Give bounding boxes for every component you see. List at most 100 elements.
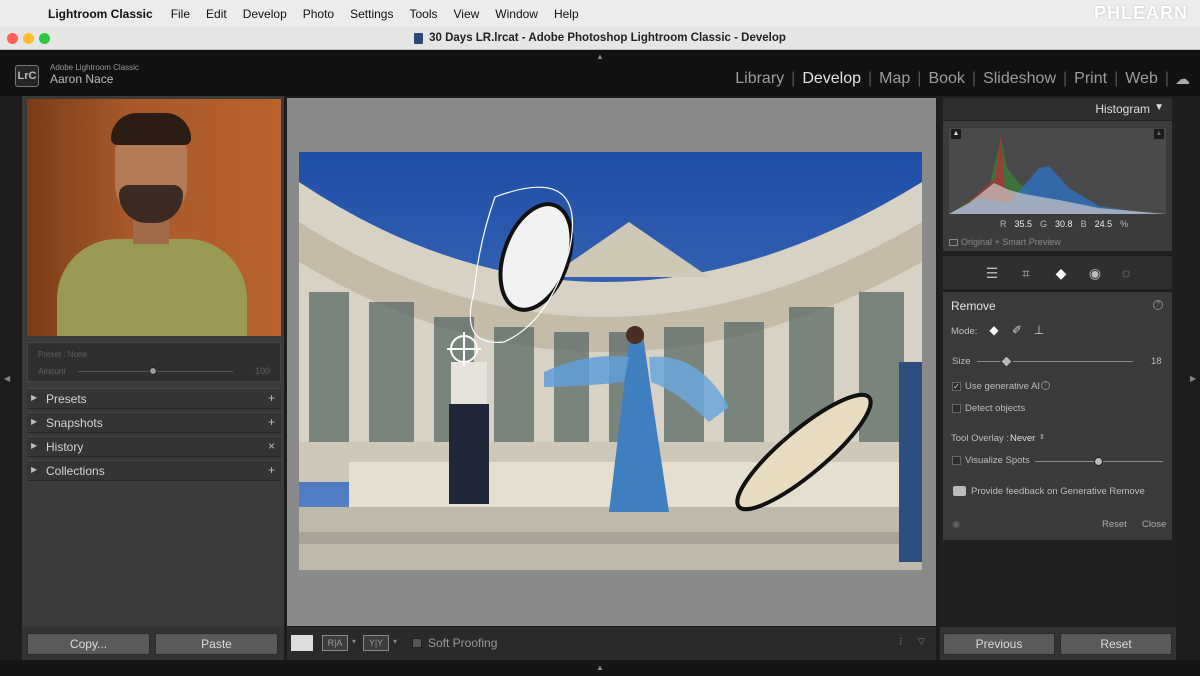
soft-proofing-checkbox[interactable] xyxy=(412,638,422,648)
module-develop[interactable]: Develop xyxy=(795,70,868,88)
right-panel-toggle-icon[interactable]: ▶ xyxy=(1190,374,1196,383)
panel-presets-label: Presets xyxy=(46,392,87,406)
feedback-link[interactable]: Provide feedback on Generative Remove xyxy=(971,486,1145,497)
loupe-view-button[interactable] xyxy=(291,635,313,651)
menu-develop[interactable]: Develop xyxy=(235,7,295,21)
lrc-logo: LrC xyxy=(15,65,39,87)
visualize-spots-checkbox[interactable] xyxy=(952,456,961,465)
highlight-clipping-icon[interactable]: ▲ xyxy=(1154,129,1164,139)
r-label: R xyxy=(1000,219,1007,229)
reset-button[interactable]: Reset xyxy=(1060,633,1172,655)
filmstrip-toggle-icon[interactable]: ▲ xyxy=(596,663,604,672)
photo-preview[interactable] xyxy=(299,152,922,570)
histogram-graph[interactable]: ▲ ▲ xyxy=(949,128,1166,214)
module-slideshow[interactable]: Slideshow xyxy=(976,70,1063,88)
soft-proofing-toggle[interactable]: Soft Proofing xyxy=(412,636,497,650)
add-preset-icon[interactable]: + xyxy=(268,391,275,405)
mac-menu-bar: Lightroom Classic File Edit Develop Phot… xyxy=(0,0,1200,27)
menu-file[interactable]: File xyxy=(163,7,198,21)
dropdown-chevron-icon[interactable]: ⇕ xyxy=(1039,433,1045,441)
panel-presets[interactable]: ▶ Presets + xyxy=(27,388,281,409)
panel-history[interactable]: ▶ History × xyxy=(27,436,281,457)
cloud-sync-icon[interactable]: ☁ xyxy=(1169,70,1190,88)
crop-icon[interactable]: ⌗ xyxy=(1017,264,1035,282)
remove-reset-button[interactable]: Reset xyxy=(1102,519,1127,530)
red-eye-icon[interactable]: ◉ xyxy=(1086,264,1104,282)
use-generative-ai-checkbox[interactable]: ✓ xyxy=(952,382,961,391)
remove-close-button[interactable]: Close xyxy=(1142,519,1166,530)
visibility-eye-icon[interactable]: ◉ xyxy=(952,519,960,530)
add-snapshot-icon[interactable]: + xyxy=(268,415,275,429)
smart-preview-icon xyxy=(949,238,958,246)
g-label: G xyxy=(1040,219,1048,229)
module-book[interactable]: Book xyxy=(921,70,971,88)
clear-history-icon[interactable]: × xyxy=(268,439,275,453)
menu-view[interactable]: View xyxy=(445,7,487,21)
module-library[interactable]: Library xyxy=(728,70,791,88)
paste-settings-button[interactable]: Paste xyxy=(155,633,278,655)
document-icon xyxy=(414,32,424,44)
toolbar-menu-chevron-icon[interactable]: ▽ xyxy=(918,636,925,647)
app-menu[interactable]: Lightroom Classic xyxy=(40,7,163,21)
window-title-bar: 30 Days LR.lrcat - Adobe Photoshop Light… xyxy=(0,27,1200,50)
preview-status[interactable]: Original + Smart Preview xyxy=(949,237,1061,247)
heal-mode-icon[interactable]: ✐ xyxy=(1009,322,1025,338)
collapse-triangle-icon[interactable]: ▼ xyxy=(1154,102,1164,113)
remove-eraser-mode-icon[interactable]: ◆ xyxy=(986,322,1002,338)
use-generative-ai-label[interactable]: Use generative AI xyxy=(965,381,1040,392)
app-label: Adobe Lightroom Classic xyxy=(50,63,139,72)
copy-settings-button[interactable]: Copy... xyxy=(27,633,150,655)
panel-collections[interactable]: ▶ Collections + xyxy=(27,460,281,481)
remove-eraser-icon[interactable]: ◆ xyxy=(1052,264,1070,282)
remove-title: Remove xyxy=(951,299,996,313)
before-after-toggle-button[interactable]: Y|Y xyxy=(363,635,389,651)
histogram-header[interactable]: Histogram ▼ xyxy=(943,98,1172,120)
menu-photo[interactable]: Photo xyxy=(295,7,342,21)
menu-window[interactable]: Window xyxy=(487,7,546,21)
toolbar-options-icon[interactable]: ⁝ xyxy=(899,635,903,648)
menu-help[interactable]: Help xyxy=(546,7,587,21)
detect-objects-label[interactable]: Detect objects xyxy=(965,403,1025,414)
amount-label: Amount xyxy=(38,367,66,376)
histogram-title: Histogram xyxy=(1095,102,1150,116)
left-panel-toggle-icon[interactable]: ◀ xyxy=(4,374,10,383)
window-title: 30 Days LR.lrcat - Adobe Photoshop Light… xyxy=(429,32,786,44)
shadow-clipping-icon[interactable]: ▲ xyxy=(951,129,961,139)
photo-scene xyxy=(299,152,922,570)
module-print[interactable]: Print xyxy=(1067,70,1114,88)
identity-plate-user: Aaron Nace xyxy=(50,72,114,86)
panel-history-label: History xyxy=(46,440,84,454)
mode-label: Mode: xyxy=(951,326,978,337)
previous-button[interactable]: Previous xyxy=(943,633,1055,655)
amount-slider-knob[interactable] xyxy=(149,367,157,375)
size-value[interactable]: 18 xyxy=(1151,356,1162,367)
menu-settings[interactable]: Settings xyxy=(342,7,401,21)
menu-tools[interactable]: Tools xyxy=(401,7,445,21)
info-icon[interactable]: ! xyxy=(1041,381,1050,390)
panel-snapshots[interactable]: ▶ Snapshots + xyxy=(27,412,281,433)
assistant-shirt xyxy=(451,362,487,407)
visualize-spots-label[interactable]: Visualize Spots xyxy=(965,455,1030,466)
detect-objects-checkbox[interactable] xyxy=(952,404,961,413)
top-panel-toggle-icon[interactable]: ▲ xyxy=(596,52,604,61)
clone-stamp-mode-icon[interactable]: ⊥ xyxy=(1031,322,1047,338)
zoom-window-button[interactable] xyxy=(39,33,50,44)
presenter-beard xyxy=(119,185,183,223)
add-collection-icon[interactable]: + xyxy=(268,463,275,477)
module-map[interactable]: Map xyxy=(872,70,917,88)
masking-icon[interactable]: ◌ xyxy=(1117,264,1135,282)
edit-sliders-icon[interactable]: ☰ xyxy=(983,264,1001,282)
close-window-button[interactable] xyxy=(7,33,18,44)
before-after-lr-button[interactable]: R|A xyxy=(322,635,348,651)
chevron-down-icon[interactable]: ▾ xyxy=(393,637,397,646)
chevron-down-icon[interactable]: ▾ xyxy=(352,637,356,646)
help-icon[interactable]: ? xyxy=(1153,300,1163,310)
tool-overlay-select[interactable]: Never xyxy=(1010,433,1035,444)
menu-edit[interactable]: Edit xyxy=(198,7,235,21)
model-head xyxy=(626,326,644,344)
minimize-window-button[interactable] xyxy=(23,33,34,44)
presenter-video-overlay xyxy=(27,99,281,336)
expand-triangle-icon: ▶ xyxy=(31,465,38,474)
visualize-spots-slider-knob[interactable] xyxy=(1094,457,1103,466)
module-web[interactable]: Web xyxy=(1118,70,1165,88)
